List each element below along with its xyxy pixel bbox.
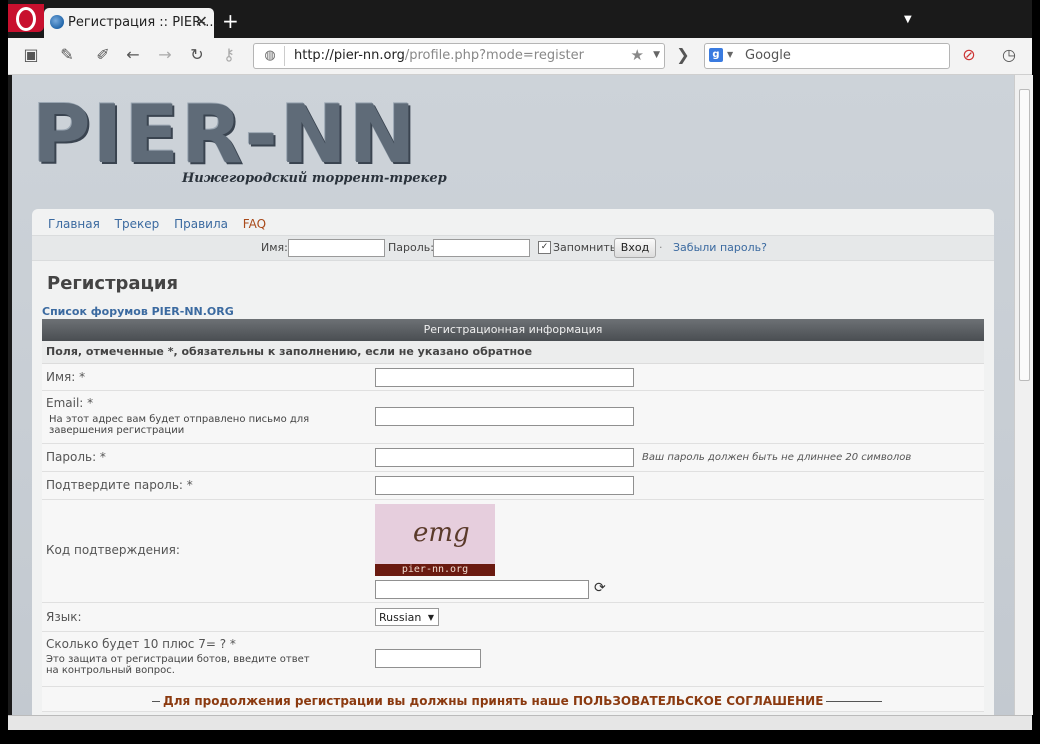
- address-bar[interactable]: ◍ http://pier-nn.org/profile.php?mode=re…: [253, 43, 665, 69]
- breadcrumb[interactable]: Список форумов PIER-NN.ORG: [42, 305, 234, 318]
- antibot-answer-input[interactable]: [375, 649, 481, 668]
- captcha-input[interactable]: [375, 580, 589, 599]
- username-input[interactable]: [375, 368, 634, 387]
- login-bar: Имя: Пароль: ✓ Запомнить Вход · Забыли п…: [32, 235, 994, 261]
- star-icon[interactable]: ★: [631, 46, 644, 64]
- captcha-label: Код подтверждения:: [46, 543, 180, 557]
- login-password-input[interactable]: [433, 239, 530, 257]
- google-icon[interactable]: g: [709, 48, 723, 62]
- pen-icon[interactable]: ✐: [94, 46, 112, 64]
- fast-forward-icon[interactable]: ❯: [674, 46, 692, 64]
- confirm-password-label: Подтвердите пароль: *: [46, 478, 193, 492]
- url-host: http://pier-nn.org: [294, 48, 405, 63]
- captcha-image: emg pier-nn.org: [375, 504, 495, 576]
- password-hint: Ваш пароль должен быть не длиннее 20 сим…: [642, 452, 912, 463]
- clock-icon[interactable]: ◷: [1000, 46, 1018, 64]
- back-icon[interactable]: ←: [124, 46, 142, 64]
- row-antibot-question: Сколько будет 10 плюс 7= ? * Это защита …: [42, 632, 984, 687]
- login-button[interactable]: Вход: [614, 238, 656, 258]
- wrench-icon[interactable]: ✎: [58, 46, 76, 64]
- key-icon[interactable]: ⚷: [220, 46, 238, 64]
- site-info-icon[interactable]: ◍: [256, 46, 285, 66]
- search-input[interactable]: Google: [745, 48, 791, 63]
- nav-link-tracker[interactable]: Трекер: [115, 217, 160, 231]
- login-password-label: Пароль:: [388, 241, 434, 254]
- email-description: На этот адрес вам будет отправлено письм…: [49, 414, 310, 436]
- chevron-down-icon[interactable]: ▼: [653, 50, 660, 60]
- nav-link-rules[interactable]: Правила: [174, 217, 228, 231]
- language-select[interactable]: Russian ▼: [375, 608, 439, 626]
- login-name-label: Имя:: [261, 241, 288, 254]
- reload-icon[interactable]: ↻: [188, 46, 206, 64]
- row-captcha: Код подтверждения: emg pier-nn.org ⟳: [42, 500, 984, 603]
- antibot-question-description: Это защита от регистрации ботов, введите…: [46, 654, 310, 676]
- scrollbar-thumb[interactable]: [1019, 89, 1030, 381]
- status-bar: [8, 715, 1032, 730]
- page-title: Регистрация: [47, 273, 179, 294]
- search-bar[interactable]: g ▼ Google: [704, 43, 950, 69]
- tab-stack-icon[interactable]: ▣: [22, 46, 40, 64]
- site-tagline: Нижегородский торрент-трекер: [182, 171, 447, 186]
- antibot-question-label: Сколько будет 10 плюс 7= ? *: [46, 637, 236, 651]
- row-agreement: Для продолжения регистрации вы должны пр…: [42, 687, 984, 712]
- captcha-code: emg: [413, 518, 470, 548]
- row-language: Язык: Russian ▼: [42, 603, 984, 632]
- nav-link-faq[interactable]: FAQ: [243, 217, 266, 231]
- site-logo[interactable]: PIER-NN: [32, 95, 418, 175]
- agreement-fieldset: Для продолжения регистрации вы должны пр…: [152, 694, 882, 715]
- row-username: Имя: *: [42, 364, 984, 391]
- content-panel: Главная Трекер Правила FAQ Имя: Пароль: …: [32, 209, 994, 715]
- remember-checkbox[interactable]: ✓: [538, 241, 551, 254]
- forgot-password-link[interactable]: Забыли пароль?: [673, 241, 767, 254]
- username-label: Имя: *: [46, 370, 86, 384]
- required-note: Поля, отмеченные *, обязательны к заполн…: [42, 341, 984, 364]
- site-nav: Главная Трекер Правила FAQ: [48, 217, 277, 231]
- language-label: Язык:: [46, 610, 82, 624]
- web-page: PIER-NN Нижегородский торрент-трекер Гла…: [12, 75, 1014, 715]
- tab-active[interactable]: Регистрация :: PIER-... ✕: [44, 8, 218, 38]
- registration-form: Регистрационная информация Поля, отмечен…: [42, 319, 984, 712]
- tab-menu-icon[interactable]: ▼: [904, 14, 912, 25]
- password-label: Пароль: *: [46, 450, 106, 464]
- tab-bar: Регистрация :: PIER-... ✕ + ▼: [8, 0, 1032, 40]
- password-input[interactable]: [375, 448, 634, 467]
- close-icon[interactable]: ✕: [195, 12, 208, 31]
- nav-link-home[interactable]: Главная: [48, 217, 100, 231]
- navigation-toolbar: ▣ ✎ ✐ ← → ↻ ⚷ ◍ http://pier-nn.org/profi…: [8, 38, 1032, 75]
- globe-icon: [50, 15, 64, 29]
- section-header: Регистрационная информация: [42, 319, 984, 341]
- language-value: Russian: [379, 611, 422, 624]
- email-label: Email: *: [46, 396, 94, 410]
- login-name-input[interactable]: [288, 239, 385, 257]
- separator-dot: ·: [659, 241, 663, 254]
- url-path: /profile.php?mode=register: [404, 48, 584, 63]
- blocker-icon[interactable]: ⊘: [960, 46, 978, 64]
- browser-window: Регистрация :: PIER-... ✕ + ▼ ▣ ✎ ✐ ← → …: [8, 0, 1033, 744]
- opera-menu-button[interactable]: [8, 4, 44, 32]
- captcha-caption: pier-nn.org: [375, 564, 495, 576]
- search-engine-dropdown-icon[interactable]: ▼: [727, 50, 733, 59]
- forward-icon[interactable]: →: [156, 46, 174, 64]
- row-confirm-password: Подтвердите пароль: *: [42, 472, 984, 500]
- row-email: Email: * На этот адрес вам будет отправл…: [42, 391, 984, 444]
- agreement-legend: Для продолжения регистрации вы должны пр…: [160, 694, 827, 708]
- row-password: Пароль: * Ваш пароль должен быть не длин…: [42, 444, 984, 472]
- url-text[interactable]: http://pier-nn.org/profile.php?mode=regi…: [294, 48, 584, 63]
- refresh-icon[interactable]: ⟳: [594, 580, 606, 596]
- new-tab-button[interactable]: +: [222, 9, 239, 33]
- email-input[interactable]: [375, 407, 634, 426]
- vertical-scrollbar[interactable]: [1014, 75, 1033, 715]
- confirm-password-input[interactable]: [375, 476, 634, 495]
- chevron-down-icon: ▼: [427, 613, 434, 622]
- remember-label: Запомнить: [553, 241, 617, 254]
